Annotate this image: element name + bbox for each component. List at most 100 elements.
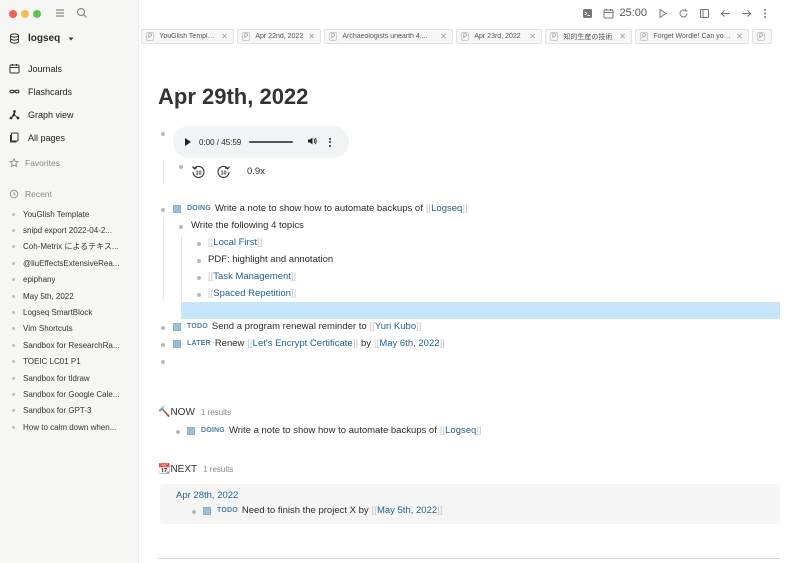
rewind-10-button[interactable]: 10 (191, 164, 206, 179)
sidebar-item-journals[interactable]: Journals (9, 57, 74, 80)
close-tab-icon[interactable]: ✕ (529, 32, 536, 41)
tab[interactable]: P Archaeologists unearth 4,... ✕ (324, 29, 453, 44)
recent-item[interactable]: Coh-Metrix によるテキス... (12, 239, 137, 255)
menu-toggle-button[interactable] (54, 7, 66, 19)
selected-empty-block[interactable] (181, 302, 780, 319)
back-button[interactable] (720, 8, 731, 19)
task-checkbox[interactable] (203, 506, 211, 515)
audio-progress-slider[interactable] (249, 141, 294, 143)
task-marker[interactable]: TODO (187, 323, 208, 330)
recent-item[interactable]: Sandbox for ResearchRa... (12, 337, 137, 353)
query-result-page-link[interactable]: Apr 28th, 2022 (176, 490, 238, 501)
tab[interactable]: P Forget Wordle! Can you c... ✕ (635, 29, 749, 44)
block-bullet[interactable] (179, 165, 183, 169)
close-tab-icon[interactable]: ✕ (221, 32, 228, 41)
page-ref-link[interactable]: May 5th, 2022 (377, 505, 437, 516)
tab[interactable]: P YouGlish Template ✕ (141, 29, 234, 44)
tab[interactable]: P Apr 23rd, 2022 ✕ (456, 29, 542, 44)
page-ref-link[interactable]: Local First (213, 237, 257, 248)
block-doing[interactable]: DOING Write a note to show how to automa… (173, 203, 468, 214)
query-now-result[interactable]: DOING Write a note to show how to automa… (187, 425, 482, 436)
maximize-window-button[interactable] (33, 10, 41, 18)
task-marker[interactable]: DOING (187, 205, 211, 212)
query-next-result[interactable]: TODO Need to finish the project X by [[M… (203, 505, 442, 516)
block-bullet[interactable] (161, 360, 165, 364)
recent-header[interactable]: Recent (9, 189, 52, 199)
block-topic-task-management[interactable]: [[Task Management]] (208, 271, 296, 282)
query-next-header[interactable]: 📆 NEXT 1 results (158, 464, 233, 475)
block-bullet[interactable] (197, 293, 201, 297)
timer-play-button[interactable] (657, 8, 668, 19)
terminal-button[interactable] (582, 8, 593, 19)
recent-item[interactable]: May 5th, 2022 (12, 288, 137, 304)
favorites-header[interactable]: Favorites (9, 158, 60, 168)
page-ref-link[interactable]: Logseq (445, 425, 476, 436)
calendar-button[interactable] (603, 8, 614, 19)
query-now-header[interactable]: 🔨 NOW 1 results (158, 407, 231, 418)
block-bullet[interactable] (161, 208, 165, 212)
recent-item[interactable]: snipd export 2022-04-2... (12, 222, 137, 238)
block-topic-pdf[interactable]: PDF: highlight and annotation (208, 254, 333, 265)
block-bullet[interactable] (176, 430, 180, 434)
block-todo[interactable]: TODO Send a program renewal reminder to … (173, 321, 421, 332)
sidebar-item-graph-view[interactable]: Graph view (9, 103, 74, 126)
close-tab-icon[interactable]: ✕ (619, 32, 626, 41)
block-topic-spaced-repetition[interactable]: [[Spaced Repetition]] (208, 288, 296, 299)
close-tab-icon[interactable]: ✕ (308, 32, 315, 41)
block-bullet[interactable] (161, 132, 165, 136)
page-ref-link[interactable]: Let's Encrypt Certificate (253, 338, 353, 349)
more-menu-button[interactable] (762, 8, 768, 19)
recent-item[interactable]: Sandbox for tldraw (12, 370, 137, 386)
page-ref-link[interactable]: Spaced Repetition (213, 288, 291, 299)
block-topic-local-first[interactable]: [[Local First]] (208, 237, 262, 248)
task-checkbox[interactable] (173, 322, 181, 331)
recent-item[interactable]: Sandbox for GPT-3 (12, 403, 137, 419)
task-marker[interactable]: LATER (187, 340, 211, 347)
recent-item[interactable]: How to calm down when... (12, 419, 137, 435)
page-title[interactable]: Apr 29th, 2022 (158, 84, 308, 110)
block-bullet[interactable] (197, 242, 201, 246)
recent-item[interactable]: @liuEffectsExtensiveRea... (12, 255, 137, 271)
forward-10-button[interactable]: 10 (216, 164, 231, 179)
block-later[interactable]: LATER Renew [[Let's Encrypt Certificate]… (173, 338, 445, 349)
block-bullet[interactable] (161, 326, 165, 330)
recent-item[interactable]: YouGlish Template (12, 206, 137, 222)
block-bullet[interactable] (179, 225, 183, 229)
audio-play-button[interactable] (185, 138, 191, 146)
page-ref-link[interactable]: Task Management (213, 271, 291, 282)
audio-more-button[interactable] (329, 137, 332, 147)
recent-item[interactable]: epiphany (12, 272, 137, 288)
search-button[interactable] (76, 7, 88, 19)
block-bullet[interactable] (192, 510, 196, 514)
recent-item[interactable]: Vim Shortcuts (12, 321, 137, 337)
block-bullet[interactable] (197, 259, 201, 263)
task-marker[interactable]: TODO (217, 507, 238, 514)
page-ref-link[interactable]: May 6th, 2022 (379, 338, 439, 349)
tab[interactable]: P Apr 22nd, 2022 ✕ (237, 29, 321, 44)
forward-button[interactable] (741, 8, 752, 19)
right-sidebar-toggle[interactable] (699, 8, 710, 19)
page-ref-link[interactable]: Yuri Kubo (375, 321, 416, 332)
task-checkbox[interactable] (173, 339, 181, 348)
recent-item[interactable]: Sandbox for Google Cale... (12, 386, 137, 402)
close-tab-icon[interactable]: ✕ (736, 32, 743, 41)
task-checkbox[interactable] (187, 426, 195, 435)
block-bullet[interactable] (161, 343, 165, 347)
recent-item[interactable]: Logseq SmartBlock (12, 304, 137, 320)
sync-button[interactable] (678, 8, 689, 19)
close-tab-icon[interactable]: ✕ (440, 32, 447, 41)
recent-item[interactable]: TOEIC LC01 P1 (12, 354, 137, 370)
sidebar-item-all-pages[interactable]: All pages (9, 126, 74, 149)
tab[interactable]: P 知的生産の技術 ✕ (545, 29, 632, 44)
sidebar-item-flashcards[interactable]: Flashcards (9, 80, 74, 103)
block-text[interactable]: Write the following 4 topics (191, 220, 304, 231)
block-bullet[interactable] (197, 276, 201, 280)
playback-speed[interactable]: 0.9x (247, 166, 265, 177)
minimize-window-button[interactable] (21, 10, 29, 18)
graph-selector[interactable]: logseq (9, 33, 74, 44)
page-ref-link[interactable]: Logseq (431, 203, 462, 214)
task-marker[interactable]: DOING (201, 427, 225, 434)
close-window-button[interactable] (9, 10, 17, 18)
pomodoro-timer[interactable]: 25:00 (619, 7, 647, 19)
audio-volume-button[interactable] (307, 136, 317, 148)
